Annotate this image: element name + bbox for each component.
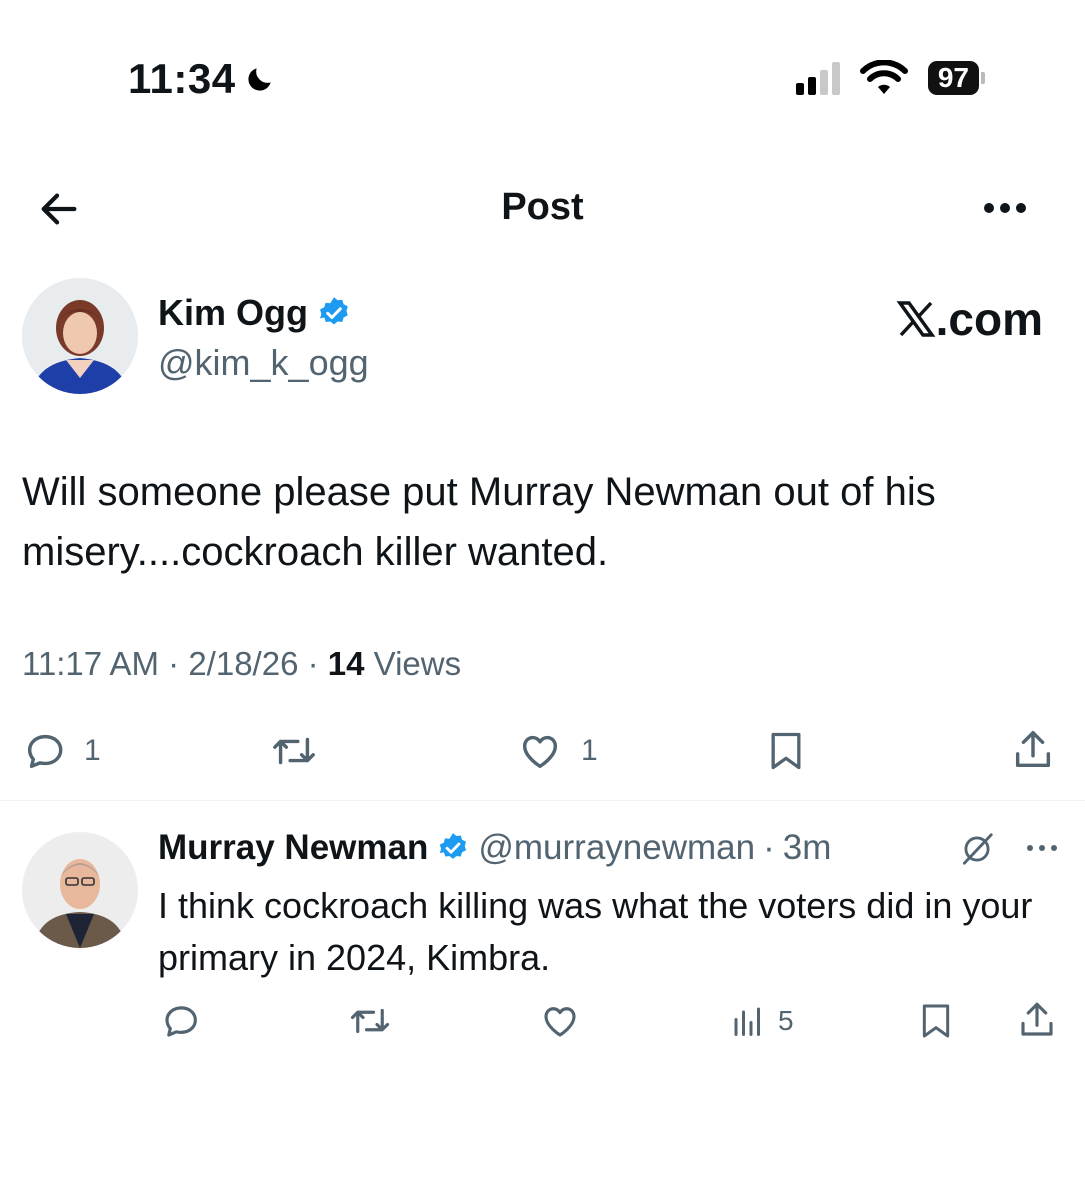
more-icon[interactable] [975, 196, 1035, 220]
reply-author-handle[interactable]: @murraynewman [478, 828, 755, 868]
reply-author-name[interactable]: Murray Newman [158, 828, 428, 868]
post-meta: 11:17 AM · 2/18/26 · 14 Views [22, 645, 462, 682]
battery-icon: 97 [927, 61, 985, 95]
reply-share-button[interactable] [1016, 998, 1058, 1042]
views-label: Views [373, 645, 462, 682]
clock-text: 11:34 [128, 55, 236, 102]
retweet-icon [273, 737, 315, 765]
share-icon [1015, 731, 1051, 768]
reply-button[interactable]: 1 [22, 728, 101, 774]
author-name[interactable]: Kim Ogg [158, 292, 308, 334]
author-avatar[interactable] [22, 278, 138, 394]
reply-icon [27, 734, 63, 769]
reply-bookmark-button[interactable] [916, 1000, 956, 1042]
reply-header: Murray Newman @murraynewman · 3m [158, 828, 832, 868]
share-icon [1021, 1002, 1053, 1036]
page-title: Post [501, 186, 584, 228]
post-date: 2/18/26 [188, 645, 299, 682]
more-icon[interactable] [1022, 840, 1062, 856]
battery-level: 97 [927, 61, 979, 95]
author-name-row: Kim Ogg [158, 292, 352, 334]
wifi-icon [859, 60, 908, 94]
x-logo-icon [896, 301, 936, 337]
post-text: Will someone please put Murray Newman ou… [22, 470, 936, 574]
views-count: 14 [327, 645, 365, 682]
reply-views-count: 5 [778, 1005, 794, 1036]
reply-age: 3m [782, 828, 832, 867]
bookmark-button[interactable] [764, 728, 808, 774]
moon-icon [248, 68, 271, 91]
brand-text: .com [935, 293, 1043, 345]
like-count: 1 [581, 734, 598, 767]
like-icon [522, 735, 558, 769]
signal-icon [795, 61, 840, 95]
post-time: 11:17 AM [22, 645, 159, 682]
views-icon [734, 1007, 760, 1036]
retweet-icon [350, 1008, 390, 1034]
verified-icon [440, 833, 467, 859]
like-button[interactable]: 1 [515, 728, 598, 774]
share-button[interactable] [1010, 726, 1056, 774]
reply-like-button[interactable] [538, 1000, 582, 1042]
reply-reply-button[interactable] [160, 1000, 202, 1042]
reply-views-button[interactable]: 5 [730, 1002, 794, 1040]
author-handle[interactable]: @kim_k_ogg [158, 342, 369, 384]
reply-author-avatar[interactable] [22, 832, 138, 948]
status-bar-time: 11:34 [128, 55, 276, 103]
reply-retweet-button[interactable] [346, 1000, 394, 1042]
status-bar-indicators: 97 [795, 60, 985, 96]
divider [0, 800, 1085, 801]
verified-icon [320, 297, 348, 325]
bookmark-icon [922, 1004, 950, 1038]
reply-icon [165, 1006, 197, 1037]
reply-count: 1 [84, 734, 101, 767]
x-com-brand: .com [896, 292, 1043, 346]
reply-text: I think cockroach killing was what the v… [158, 885, 1033, 978]
bookmark-icon [771, 732, 801, 770]
grok-icon[interactable] [958, 830, 996, 868]
retweet-button[interactable] [268, 728, 320, 774]
like-icon [544, 1007, 576, 1037]
